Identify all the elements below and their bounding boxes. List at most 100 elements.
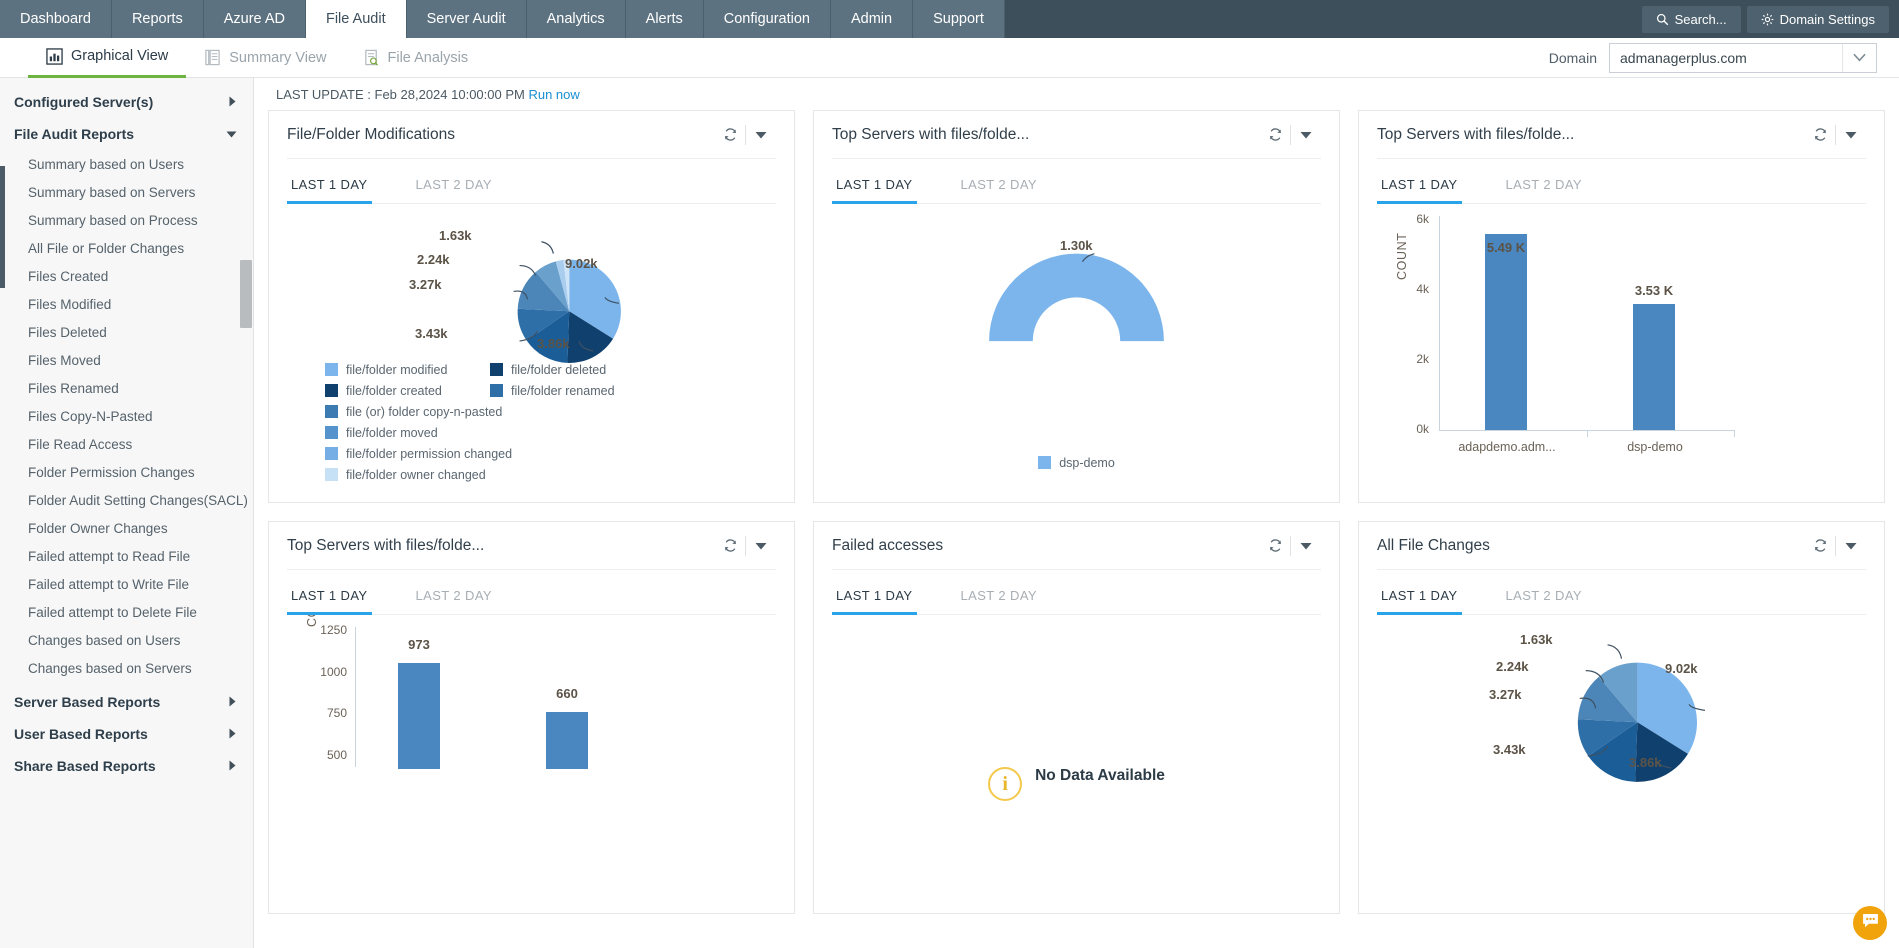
legend-item-deleted[interactable]: file/folder deleted — [490, 360, 655, 379]
tab-last-1-day[interactable]: LAST 1 DAY — [287, 167, 372, 204]
card-menu-caret-icon[interactable] — [1836, 531, 1866, 561]
sidebar-item-files-copy-n-pasted[interactable]: Files Copy-N-Pasted — [0, 402, 253, 430]
nav-tab-dashboard[interactable]: Dashboard — [0, 0, 112, 38]
pie-value-label-5: 3.86k — [1629, 755, 1662, 770]
tab-last-2-day[interactable]: LAST 2 DAY — [957, 578, 1042, 615]
tab-last-2-day[interactable]: LAST 2 DAY — [1502, 578, 1587, 615]
sidebar-group-file-audit-reports[interactable]: File Audit Reports — [0, 118, 253, 150]
sidebar-group-user-based-reports[interactable]: User Based Reports — [0, 718, 253, 750]
legend-label: file/folder created — [346, 383, 442, 398]
chat-icon — [1861, 911, 1880, 935]
nav-tab-reports[interactable]: Reports — [111, 0, 204, 38]
bar-adapdemo[interactable] — [1485, 234, 1527, 430]
nav-tab-admin[interactable]: Admin — [830, 0, 914, 38]
card-menu-caret-icon[interactable] — [1836, 120, 1866, 150]
domain-settings-button[interactable]: Domain Settings — [1746, 5, 1889, 33]
card-failed-accesses: Failed accesses LAST 1 DAY LAST 2 DAY i … — [813, 521, 1340, 914]
refresh-icon[interactable] — [715, 531, 745, 561]
tab-file-analysis[interactable]: File Analysis — [345, 38, 487, 78]
refresh-icon[interactable] — [1260, 120, 1290, 150]
tab-last-2-day[interactable]: LAST 2 DAY — [957, 167, 1042, 204]
tab-summary-view[interactable]: Summary View — [186, 38, 344, 78]
legend-item-created[interactable]: file/folder created — [325, 381, 490, 400]
sidebar-item-folder-permission-changes[interactable]: Folder Permission Changes — [0, 458, 253, 486]
tab-last-1-day[interactable]: LAST 1 DAY — [287, 578, 372, 615]
sidebar-item-changes-based-on-servers[interactable]: Changes based on Servers — [0, 654, 253, 682]
sidebar-item-summary-based-on-users[interactable]: Summary based on Users — [0, 150, 253, 178]
sidebar-item-file-read-access[interactable]: File Read Access — [0, 430, 253, 458]
tab-graphical-view[interactable]: Graphical View — [28, 38, 187, 78]
card-actions — [715, 120, 776, 150]
legend-item-owner-changed[interactable]: file/folder owner changed — [325, 465, 655, 484]
nav-tab-file-audit[interactable]: File Audit — [305, 0, 407, 38]
tab-last-2-day[interactable]: LAST 2 DAY — [1502, 167, 1587, 204]
bar-value-660[interactable] — [546, 712, 588, 769]
domain-settings-label: Domain Settings — [1779, 11, 1875, 27]
card-time-tabs: LAST 1 DAY LAST 2 DAY — [287, 159, 776, 204]
run-now-link[interactable]: Run now — [528, 87, 579, 102]
chevron-right-icon — [228, 758, 237, 774]
sidebar-item-files-deleted[interactable]: Files Deleted — [0, 318, 253, 346]
legend-item-copy-n-pasted[interactable]: file (or) folder copy-n-pasted — [325, 402, 655, 421]
nav-tab-azure-ad[interactable]: Azure AD — [203, 0, 306, 38]
tab-last-1-day[interactable]: LAST 1 DAY — [1377, 167, 1462, 204]
donut-slice-dsp-demo[interactable] — [989, 253, 1164, 342]
nav-tab-support[interactable]: Support — [913, 0, 1005, 38]
refresh-icon[interactable] — [1805, 120, 1835, 150]
nav-tab-alerts[interactable]: Alerts — [625, 0, 704, 38]
domain-select-value: admanagerplus.com — [1620, 49, 1747, 66]
bar-value-973[interactable] — [398, 663, 440, 769]
sidebar-group-share-based-reports[interactable]: Share Based Reports — [0, 750, 253, 782]
refresh-icon[interactable] — [1805, 531, 1835, 561]
domain-select[interactable]: admanagerplus.com — [1609, 42, 1877, 73]
legend-item-modified[interactable]: file/folder modified — [325, 360, 490, 379]
card-title: Top Servers with files/folde... — [1377, 125, 1575, 143]
chevron-right-icon — [228, 726, 237, 742]
sidebar-item-folder-audit-setting-changes[interactable]: Folder Audit Setting Changes(SACL) — [0, 486, 253, 514]
card-header: File/Folder Modifications — [287, 111, 776, 159]
search-box[interactable]: Search... — [1641, 5, 1741, 33]
sidebar-item-files-created[interactable]: Files Created — [0, 262, 253, 290]
sidebar-item-files-moved[interactable]: Files Moved — [0, 346, 253, 374]
legend-item-dsp-demo[interactable]: dsp-demo — [1038, 453, 1115, 472]
pie-value-label-4: 3.43k — [415, 326, 448, 341]
support-chat-button[interactable] — [1853, 906, 1887, 940]
nav-tab-server-audit[interactable]: Server Audit — [406, 0, 527, 38]
tab-last-2-day[interactable]: LAST 2 DAY — [412, 167, 497, 204]
sidebar-item-all-file-or-folder-changes[interactable]: All File or Folder Changes — [0, 234, 253, 262]
refresh-icon[interactable] — [1260, 531, 1290, 561]
bar-chart-top-servers-bottom: COUNT 1250 1000 750 500 973 660 — [287, 615, 776, 913]
sidebar-item-files-renamed[interactable]: Files Renamed — [0, 374, 253, 402]
pie-value-label-6: 9.02k — [565, 256, 598, 271]
info-icon: i — [988, 767, 1023, 801]
sidebar-item-failed-attempt-to-delete-file[interactable]: Failed attempt to Delete File — [0, 598, 253, 626]
card-menu-caret-icon[interactable] — [1291, 120, 1321, 150]
bar-dsp-demo[interactable] — [1633, 304, 1675, 430]
card-menu-caret-icon[interactable] — [746, 531, 776, 561]
sidebar-scrollbar[interactable] — [240, 260, 252, 328]
card-actions — [715, 531, 776, 561]
sidebar-item-folder-owner-changes[interactable]: Folder Owner Changes — [0, 514, 253, 542]
sidebar-item-summary-based-on-process[interactable]: Summary based on Process — [0, 206, 253, 234]
refresh-icon[interactable] — [715, 120, 745, 150]
nav-tab-configuration[interactable]: Configuration — [703, 0, 831, 38]
last-update-time: Feb 28,2024 10:00:00 PM — [374, 87, 525, 102]
legend-item-renamed[interactable]: file/folder renamed — [490, 381, 655, 400]
sidebar-group-configured-servers[interactable]: Configured Server(s) — [0, 86, 253, 118]
sidebar-item-files-modified[interactable]: Files Modified — [0, 290, 253, 318]
sidebar-group-server-based-reports[interactable]: Server Based Reports — [0, 686, 253, 718]
sidebar-item-summary-based-on-servers[interactable]: Summary based on Servers — [0, 178, 253, 206]
pie-value-label-5: 3.86k — [537, 336, 570, 351]
sidebar-item-changes-based-on-users[interactable]: Changes based on Users — [0, 626, 253, 654]
card-menu-caret-icon[interactable] — [1291, 531, 1321, 561]
sidebar-item-failed-attempt-to-read-file[interactable]: Failed attempt to Read File — [0, 542, 253, 570]
nav-tab-analytics[interactable]: Analytics — [526, 0, 626, 38]
legend-item-moved[interactable]: file/folder moved — [325, 423, 655, 442]
legend-item-permission-changed[interactable]: file/folder permission changed — [325, 444, 655, 463]
tab-last-1-day[interactable]: LAST 1 DAY — [832, 167, 917, 204]
tab-last-2-day[interactable]: LAST 2 DAY — [412, 578, 497, 615]
sidebar-item-failed-attempt-to-write-file[interactable]: Failed attempt to Write File — [0, 570, 253, 598]
tab-last-1-day[interactable]: LAST 1 DAY — [832, 578, 917, 615]
tab-last-1-day[interactable]: LAST 1 DAY — [1377, 578, 1462, 615]
card-menu-caret-icon[interactable] — [746, 120, 776, 150]
